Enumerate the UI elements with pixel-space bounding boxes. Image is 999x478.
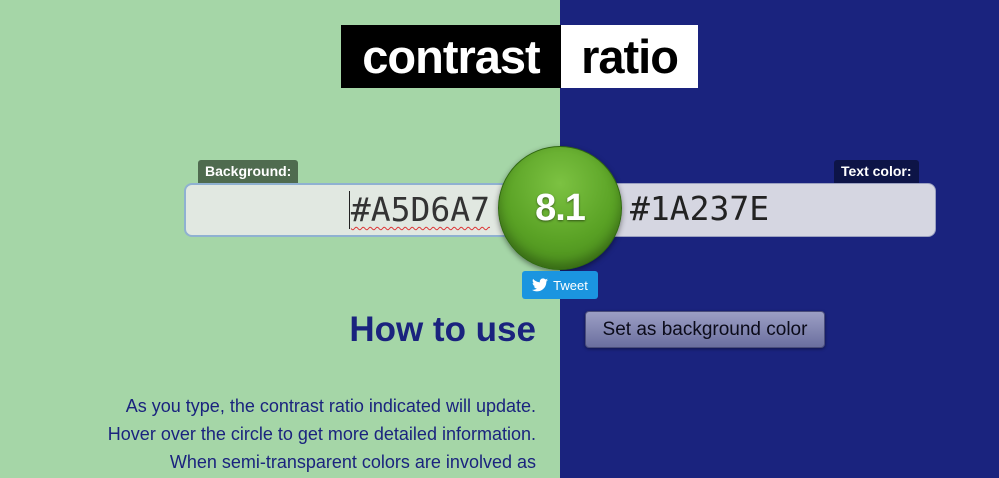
- text-color-input[interactable]: #1A237E: [608, 183, 936, 237]
- background-label: Background:: [198, 160, 299, 183]
- tweet-button[interactable]: Tweet: [522, 271, 598, 299]
- how-to-line: Hover over the circle to get more detail…: [107, 424, 536, 444]
- how-to-line: When semi-transparent colors are involve…: [169, 452, 536, 472]
- background-color-input[interactable]: #A5D6A7: [184, 183, 514, 237]
- twitter-bird-icon: [532, 278, 549, 292]
- page-title: contrast ratio: [341, 25, 698, 88]
- text-color-label: Text color:: [834, 160, 919, 183]
- how-to-use-heading: How to use: [349, 310, 536, 349]
- contrast-ratio-circle[interactable]: 8.1: [498, 146, 622, 270]
- background-color-value: #A5D6A7: [350, 190, 490, 229]
- title-ratio: ratio: [561, 25, 698, 88]
- tweet-label: Tweet: [553, 277, 588, 293]
- how-to-line: As you type, the contrast ratio indicate…: [125, 396, 536, 416]
- text-caret: [348, 191, 350, 229]
- how-to-use-text: As you type, the contrast ratio indicate…: [76, 392, 536, 476]
- contrast-ratio-value: 8.1: [535, 186, 586, 229]
- text-color-value: #1A237E: [630, 189, 770, 228]
- title-contrast: contrast: [341, 25, 561, 88]
- set-as-background-button[interactable]: Set as background color: [585, 311, 825, 348]
